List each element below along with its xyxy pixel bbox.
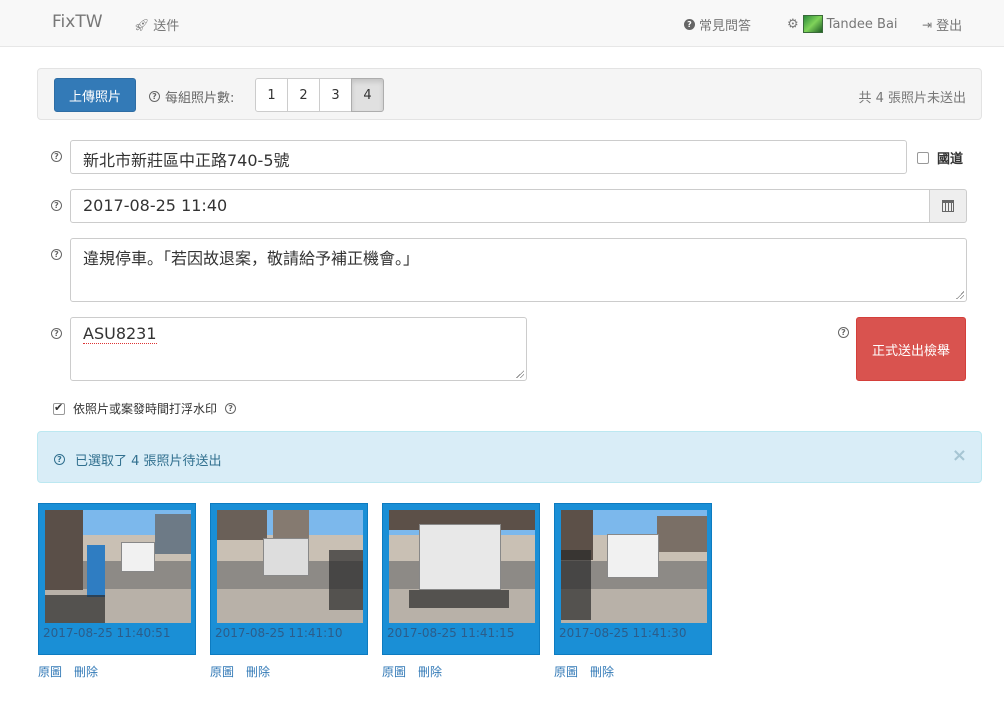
logout-icon: ⇥ [922,17,933,32]
address-help-icon[interactable]: ? [51,151,62,162]
photo-links: 原圖 刪除 [210,663,270,680]
delete-photo-link[interactable]: 刪除 [418,663,442,680]
photo-thumbnail[interactable] [45,510,191,623]
original-photo-link[interactable]: 原圖 [382,663,406,680]
gear-icon: ⚙ [787,16,799,32]
photo-card[interactable]: 2017-08-25 11:41:30 [554,503,712,655]
question-icon[interactable]: ? [149,91,160,102]
resize-handle[interactable] [516,370,524,378]
nav-send-label: 送件 [153,19,180,34]
upload-photo-button[interactable]: 上傳照片 [54,78,136,112]
rocket-icon: 🚀︎ [134,17,150,32]
question-icon[interactable]: ? [225,403,237,414]
highway-checkbox-label[interactable]: 國道 [917,148,963,167]
group-size-selector: 1 2 3 4 [255,78,384,112]
address-input[interactable]: 新北市新莊區中正路740-5號 [70,140,907,174]
delete-photo-link[interactable]: 刪除 [74,663,98,680]
photo-thumbnail[interactable] [561,510,707,623]
delete-photo-link[interactable]: 刪除 [246,663,270,680]
delete-photo-link[interactable]: 刪除 [590,663,614,680]
selection-alert: ? 已選取了 4 張照片待送出 × [37,431,982,483]
group-size-option-4[interactable]: 4 [351,78,384,112]
highway-label: 國道 [937,152,964,167]
photo-links: 原圖 刪除 [554,663,614,680]
nav-logout[interactable]: ⇥ 登出 [922,15,963,35]
photo-timestamp: 2017-08-25 11:41:10 [215,626,343,640]
question-icon: ? [54,454,65,465]
photo-card[interactable]: 2017-08-25 11:41:15 [382,503,540,655]
plate-text: ASU8231 [83,324,157,344]
photo-thumbnail[interactable] [217,510,363,623]
highway-checkbox[interactable] [917,151,929,164]
close-icon[interactable]: × [952,445,967,466]
photo-links: 原圖 刪除 [382,663,442,680]
resize-handle[interactable] [956,291,964,299]
photo-card[interactable]: 2017-08-25 11:41:10 [210,503,368,655]
watermark-checkbox[interactable] [53,401,65,415]
submit-help-icon[interactable]: ? [838,327,849,338]
plate-help-icon[interactable]: ? [51,328,62,339]
watermark-label: 依照片或案發時間打浮水印 [73,402,218,416]
question-icon: ? [684,19,695,30]
user-name: Tandee Bai [826,16,898,32]
photo-timestamp: 2017-08-25 11:40:51 [43,626,171,640]
original-photo-link[interactable]: 原圖 [554,663,578,680]
avatar [802,15,823,33]
navbar: FixTW 🚀︎ 送件 ? 常見問答 ⚙ Tandee Bai ⇥ 登出 [0,0,1004,47]
submit-report-button[interactable]: 正式送出檢舉 [856,317,966,381]
group-size-option-3[interactable]: 3 [319,78,352,112]
calendar-button[interactable] [929,189,967,223]
original-photo-link[interactable]: 原圖 [210,663,234,680]
nav-faq[interactable]: ? 常見問答 [684,15,751,34]
group-size-text: 每組照片數: [165,91,235,106]
unsent-count: 共 4 張照片未送出 [858,91,966,106]
photo-card[interactable]: 2017-08-25 11:40:51 [38,503,196,655]
description-help-icon[interactable]: ? [51,249,62,260]
nav-send[interactable]: 🚀︎ 送件 [134,15,180,35]
nav-user[interactable]: ⚙ Tandee Bai [787,15,898,33]
photo-timestamp: 2017-08-25 11:41:30 [559,626,687,640]
photo-timestamp: 2017-08-25 11:41:15 [387,626,515,640]
description-textarea[interactable]: 違規停車。「若因故退案，敬請給予補正機會。」 [70,238,967,302]
nav-faq-label: 常見問答 [699,19,752,34]
photo-links: 原圖 刪除 [38,663,98,680]
plate-textarea[interactable]: ASU8231 [70,317,527,381]
photo-toolbar: 上傳照片 ? 每組照片數: 1 2 3 4 共 4 張照片未送出 [37,68,982,120]
alert-content: ? 已選取了 4 張照片待送出 [54,450,222,469]
datetime-help-icon[interactable]: ? [51,200,62,211]
photo-thumbnail[interactable] [389,510,535,623]
nav-logout-label: 登出 [936,19,963,34]
group-size-label: ? 每組照片數: [149,87,234,106]
calendar-icon [942,200,954,212]
datetime-input[interactable]: 2017-08-25 11:40 [70,189,930,223]
group-size-option-2[interactable]: 2 [287,78,320,112]
watermark-checkbox-label[interactable]: 依照片或案發時間打浮水印 ? [53,400,237,417]
brand[interactable]: FixTW [52,12,103,32]
description-text: 違規停車。「若因故退案，敬請給予補正機會。」 [83,249,420,268]
group-size-option-1[interactable]: 1 [255,78,288,112]
original-photo-link[interactable]: 原圖 [38,663,62,680]
alert-text: 已選取了 4 張照片待送出 [75,454,222,469]
